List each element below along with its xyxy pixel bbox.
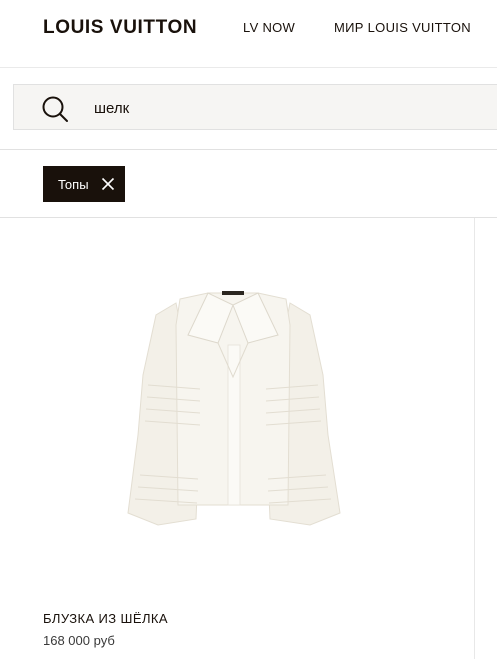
nav-world-of-lv[interactable]: МИР LOUIS VUITTON — [334, 20, 471, 36]
filter-chip-label: Топы — [58, 177, 89, 192]
product-name[interactable]: БЛУЗКА ИЗ ШЁЛКА — [43, 611, 168, 627]
nav-lv-now[interactable]: LV NOW — [243, 20, 295, 36]
filter-row: Топы — [0, 149, 497, 218]
close-icon[interactable] — [101, 177, 115, 191]
search-bar[interactable]: шелк — [13, 84, 497, 130]
grid-divider — [474, 218, 475, 659]
site-header: LOUIS VUITTON LV NOW МИР LOUIS VUITTON — [0, 0, 497, 68]
filter-chip-tops[interactable]: Топы — [43, 166, 125, 202]
search-input[interactable]: шелк — [94, 100, 129, 118]
search-icon[interactable] — [41, 95, 69, 123]
product-price: 168 000 руб — [43, 633, 115, 648]
silk-blouse-image[interactable] — [118, 285, 348, 533]
brand-logo[interactable]: LOUIS VUITTON — [43, 17, 197, 39]
